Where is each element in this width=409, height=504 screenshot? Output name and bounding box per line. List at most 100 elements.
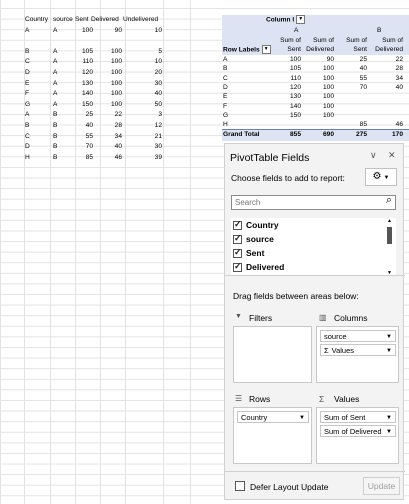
table-cell[interactable]: 40 — [125, 89, 162, 100]
pivot-value-cell[interactable]: 40 — [369, 83, 403, 92]
pivot-value-cell[interactable]: 28 — [369, 64, 403, 73]
pivot-value-cell[interactable]: 100 — [303, 74, 334, 83]
pivot-value-cell[interactable]: 100 — [303, 83, 334, 92]
pivot-value-cell[interactable]: 100 — [303, 64, 334, 73]
table-cell[interactable]: A — [53, 47, 57, 58]
pivot-row[interactable]: H 85 46 — [222, 120, 409, 129]
pivot-value-cell[interactable]: 90 — [303, 55, 334, 64]
pivot-row-label[interactable]: A — [223, 55, 227, 64]
table-cell[interactable]: 5 — [125, 47, 162, 58]
table-cell[interactable]: 50 — [125, 100, 162, 111]
table-cell[interactable]: A — [53, 89, 57, 100]
values-drop-area[interactable]: Sum of Sent ▼ Sum of Delivered ▼ — [316, 407, 399, 464]
values-field-sum-sent[interactable]: Sum of Sent ▼ — [320, 411, 396, 423]
table-cell[interactable]: 20 — [125, 68, 162, 79]
table-cell[interactable]: 30 — [125, 142, 162, 153]
hdr-sum-sent-a[interactable]: Sum of Sent — [274, 36, 301, 54]
pivot-value-cell[interactable]: 100 — [274, 55, 301, 64]
table-cell[interactable]: 100 — [100, 47, 122, 58]
table-cell[interactable]: A — [25, 26, 29, 37]
pivot-row-label[interactable]: F — [223, 102, 227, 111]
pivot-row[interactable]: G 150 100 — [222, 111, 409, 120]
table-cell[interactable]: B — [53, 142, 57, 153]
table-cell[interactable]: 140 — [75, 89, 93, 100]
table-cell[interactable]: 10 — [125, 57, 162, 68]
field-checkbox[interactable] — [233, 261, 242, 272]
pivot-row-label[interactable]: H — [223, 120, 228, 129]
chevron-down-icon[interactable]: ▼ — [386, 426, 392, 438]
table-cell[interactable]: A — [25, 110, 29, 121]
field-checkbox[interactable] — [233, 233, 242, 244]
rows-field-country[interactable]: Country ▼ — [237, 411, 309, 423]
pivot-value-cell[interactable]: 55 — [340, 74, 367, 83]
pivot-value-cell[interactable]: 22 — [369, 55, 403, 64]
table-cell[interactable]: B — [25, 121, 29, 132]
pivot-value-cell[interactable]: 110 — [274, 74, 301, 83]
pivot-value-cell[interactable]: 105 — [274, 64, 301, 73]
chevron-down-icon[interactable]: ▼ — [386, 345, 392, 357]
field-search-box[interactable]: ⌕ — [231, 194, 396, 210]
search-icon[interactable]: ⌕ — [386, 194, 392, 207]
table-cell[interactable]: 10 — [125, 26, 162, 37]
pivot-value-cell[interactable]: 25 — [340, 55, 367, 64]
table-cell[interactable]: A — [53, 100, 57, 111]
table-cell[interactable]: A — [53, 57, 57, 68]
header-undelivered[interactable]: Undelivered — [123, 15, 158, 26]
chevron-down-icon[interactable]: ▼ — [386, 412, 392, 424]
pivot-col-b[interactable]: B — [377, 26, 381, 37]
table-cell[interactable]: 39 — [125, 153, 162, 164]
table-cell[interactable]: C — [25, 132, 30, 143]
pivot-col-a[interactable]: A — [294, 26, 298, 37]
table-cell[interactable]: 21 — [125, 132, 162, 143]
chevron-down-icon[interactable]: ▼ — [386, 331, 392, 343]
pivot-value-cell[interactable]: 70 — [340, 83, 367, 92]
table-cell[interactable]: 100 — [100, 57, 122, 68]
hdr-sum-delivered-b[interactable]: Sum of Delivered — [369, 36, 403, 54]
field-checkbox[interactable] — [233, 219, 242, 230]
table-cell[interactable]: 110 — [75, 57, 93, 68]
table-cell[interactable]: 40 — [75, 121, 93, 132]
collapse-icon[interactable]: ∨ — [370, 150, 377, 161]
table-cell[interactable]: H — [25, 153, 30, 164]
row-labels-filter-icon[interactable]: ▼ — [261, 45, 271, 54]
pivot-row[interactable]: A 100 90 25 22 — [222, 55, 409, 64]
pivot-row[interactable]: E 130 100 — [222, 92, 409, 101]
chevron-down-icon[interactable]: ▼ — [299, 412, 305, 424]
filters-drop-area[interactable] — [233, 326, 312, 383]
table-cell[interactable]: B — [53, 132, 57, 143]
search-input[interactable] — [232, 196, 378, 208]
hdr-sum-delivered-a[interactable]: Sum of Delivered — [303, 36, 334, 54]
update-button[interactable]: Update — [363, 477, 400, 495]
table-cell[interactable]: C — [25, 57, 30, 68]
pivot-value-cell[interactable]: 40 — [340, 64, 367, 73]
pivot-value-cell[interactable]: 150 — [274, 111, 301, 120]
table-cell[interactable]: B — [53, 110, 57, 121]
table-cell[interactable]: 85 — [75, 153, 93, 164]
pivot-value-cell[interactable]: 100 — [303, 92, 334, 101]
pivot-value-cell[interactable]: 34 — [369, 74, 403, 83]
pivot-row[interactable]: C 110 100 55 34 — [222, 74, 409, 83]
pivot-row[interactable]: B 105 100 40 28 — [222, 64, 409, 73]
pivot-row[interactable]: F 140 100 — [222, 102, 409, 111]
column-labels-header[interactable]: Column l ▼ — [266, 15, 306, 26]
pivot-row-label[interactable]: C — [223, 74, 228, 83]
table-cell[interactable]: B — [25, 47, 29, 58]
table-cell[interactable]: 90 — [100, 26, 122, 37]
header-delivered[interactable]: Delivered — [91, 15, 119, 26]
table-cell[interactable]: 100 — [100, 100, 122, 111]
table-cell[interactable]: 100 — [100, 89, 122, 100]
pivot-row-label[interactable]: E — [223, 92, 227, 101]
pivot-row[interactable]: D 120 100 70 40 — [222, 83, 409, 92]
columns-field-values[interactable]: Σ Values ▼ — [320, 344, 396, 356]
table-cell[interactable]: B — [53, 121, 57, 132]
header-sent[interactable]: Sent — [75, 15, 89, 26]
hdr-sum-sent-b[interactable]: Sum of Sent — [340, 36, 367, 54]
field-checkbox[interactable] — [233, 247, 242, 258]
table-cell[interactable]: 150 — [75, 100, 93, 111]
table-cell[interactable]: 34 — [100, 132, 122, 143]
scroll-up-icon[interactable]: ▲ — [387, 218, 392, 224]
pivot-value-cell[interactable]: 130 — [274, 92, 301, 101]
table-cell[interactable]: 30 — [125, 79, 162, 90]
table-cell[interactable]: 28 — [100, 121, 122, 132]
table-cell[interactable]: F — [25, 89, 29, 100]
